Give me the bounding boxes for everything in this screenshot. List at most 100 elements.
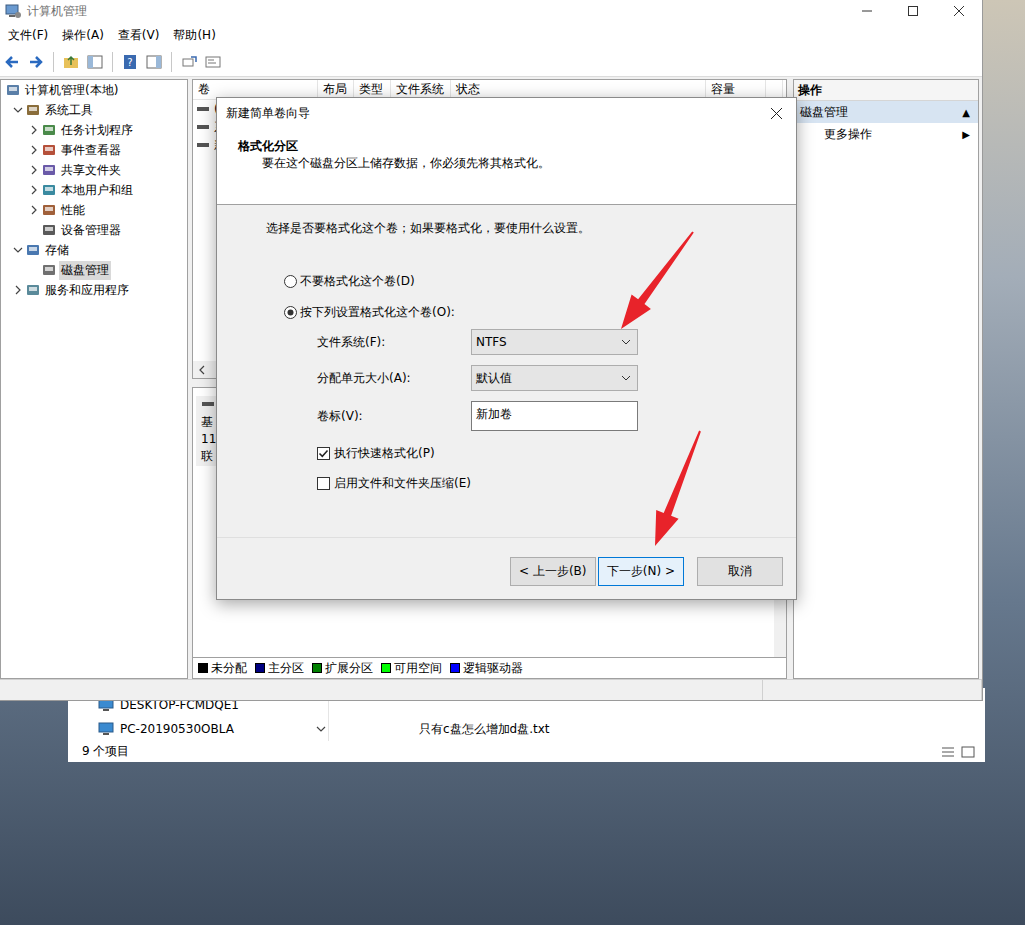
tree-expander[interactable] [27, 203, 41, 217]
tree-item[interactable]: 计算机管理(本地) [1, 80, 187, 100]
actions-header: 操作 [794, 80, 978, 101]
annotation-arrow-icon [621, 231, 694, 329]
tree-item[interactable]: 服务和应用程序 [1, 280, 187, 300]
legend-item: 主分区 [255, 660, 304, 677]
select-field[interactable]: NTFS [471, 329, 638, 355]
checkbox-icon[interactable] [317, 477, 330, 490]
tree-expander[interactable] [11, 283, 25, 297]
computer-management-icon [5, 3, 21, 19]
select-field[interactable]: 默认值 [471, 365, 638, 391]
expand-icon[interactable] [28, 164, 40, 176]
window-controls [844, 0, 982, 22]
maximize-button[interactable] [890, 0, 936, 22]
tree-node-icon [25, 282, 41, 298]
actions-pane: 操作磁盘管理▲更多操作▶ [793, 79, 979, 679]
tree-expander[interactable] [27, 223, 41, 237]
text-field[interactable]: 新加卷 [471, 401, 638, 431]
menu-item[interactable]: 文件(F) [3, 25, 53, 46]
checkbox-option[interactable]: 执行快速格式化(P) [317, 445, 796, 462]
forward-arrow-icon[interactable] [27, 53, 45, 71]
volume-icon [196, 140, 210, 150]
tree-expander[interactable] [11, 243, 25, 257]
tree-node-icon [5, 82, 21, 98]
radio-icon[interactable] [284, 306, 297, 319]
collapse-icon[interactable] [12, 244, 24, 256]
format-settings: 文件系统(F):NTFS分配单元大小(A):默认值卷标(V):新加卷 [317, 329, 796, 431]
help-icon[interactable]: ? [121, 53, 139, 71]
minimize-button[interactable] [844, 0, 890, 22]
tree-node-icon [25, 102, 41, 118]
tree-item[interactable]: 共享文件夹 [1, 160, 187, 180]
tree-item[interactable]: 事件查看器 [1, 140, 187, 160]
properties-icon[interactable] [204, 53, 222, 71]
wizard-button[interactable]: 下一步(N) > [598, 557, 684, 586]
expand-icon[interactable] [28, 184, 40, 196]
tree-pane: 计算机管理(本地)系统工具任务计划程序事件查看器共享文件夹本地用户和组性能设备管… [0, 79, 188, 679]
close-button[interactable] [936, 0, 982, 22]
legend-swatch [198, 663, 208, 673]
annotation-arrow-icon [655, 431, 701, 546]
tree-item[interactable]: 系统工具 [1, 100, 187, 120]
checkbox-option[interactable]: 启用文件和文件夹压缩(E) [317, 475, 796, 492]
dialog-close-button[interactable] [756, 108, 796, 119]
menu-item[interactable]: 操作(A) [57, 25, 109, 46]
console-tree-icon[interactable] [86, 53, 104, 71]
tree-node-icon [41, 122, 57, 138]
action-item[interactable]: 更多操作▶ [794, 123, 978, 145]
tiles-view-icon[interactable] [961, 746, 975, 758]
checkbox-icon[interactable] [317, 447, 330, 460]
tree-expander[interactable] [27, 143, 41, 157]
expand-icon[interactable] [28, 124, 40, 136]
file-item[interactable]: 只有c盘怎么增加d盘.txt [419, 717, 985, 741]
tree-expander[interactable] [11, 103, 25, 117]
wizard-header: 格式化分区要在这个磁盘分区上储存数据，你必须先将其格式化。 [217, 128, 796, 205]
radio-option[interactable]: 按下列设置格式化这个卷(O): [284, 304, 796, 321]
tree-expander[interactable] [27, 183, 41, 197]
tree-item[interactable]: 性能 [1, 200, 187, 220]
tree-expander[interactable] [27, 123, 41, 137]
volume-icon [201, 399, 215, 409]
back-arrow-icon[interactable] [3, 53, 21, 71]
legend-item: 逻辑驱动器 [450, 660, 523, 677]
close-icon [954, 6, 964, 16]
tree-expander[interactable] [27, 163, 41, 177]
toolbar: ? [0, 48, 982, 77]
up-folder-icon[interactable] [62, 53, 80, 71]
close-icon [771, 108, 782, 119]
tree-item[interactable]: 存储 [1, 240, 187, 260]
radio-option[interactable]: 不要格式化这个卷(D) [284, 273, 796, 290]
scroll-left-icon[interactable] [196, 364, 208, 376]
expand-icon[interactable] [12, 284, 24, 296]
tree-item[interactable]: 设备管理器 [1, 220, 187, 240]
expand-icon[interactable] [28, 204, 40, 216]
explorer-status-bar: 9 个项目 [68, 741, 985, 762]
menu-item[interactable]: 帮助(H) [168, 25, 220, 46]
actions-section[interactable]: 磁盘管理▲ [794, 101, 978, 123]
connect-icon[interactable] [180, 53, 198, 71]
scroll-down-icon[interactable] [315, 723, 327, 735]
tree-item[interactable]: 本地用户和组 [1, 180, 187, 200]
wizard-button[interactable]: < 上一步(B) [510, 557, 596, 586]
tree-node-icon [41, 142, 57, 158]
field-label: 文件系统(F): [317, 334, 471, 351]
tree-node-icon [41, 202, 57, 218]
tree-expander[interactable] [27, 263, 41, 277]
tree-node-icon [41, 182, 57, 198]
tree-item[interactable]: 任务计划程序 [1, 120, 187, 140]
legend-item: 未分配 [198, 660, 247, 677]
radio-icon[interactable] [284, 275, 297, 288]
tree-node-icon [41, 262, 57, 278]
menu-item[interactable]: 查看(V) [113, 25, 165, 46]
collapse-icon[interactable] [12, 104, 24, 116]
tree-item[interactable]: 磁盘管理 [1, 260, 187, 280]
details-view-icon[interactable] [941, 746, 955, 758]
expand-icon[interactable] [28, 144, 40, 156]
action-pane-icon[interactable] [145, 53, 163, 71]
computer-icon [98, 722, 114, 736]
view-switcher [941, 746, 975, 758]
format-checkboxes: 执行快速格式化(P) 启用文件和文件夹压缩(E) [317, 445, 796, 492]
navigation-item[interactable]: PC-20190530OBLA [68, 717, 314, 741]
tree-node-icon [25, 242, 41, 258]
wizard-button[interactable]: 取消 [697, 557, 783, 586]
wizard-footer: < 上一步(B)下一步(N) > 取消 [217, 537, 796, 599]
